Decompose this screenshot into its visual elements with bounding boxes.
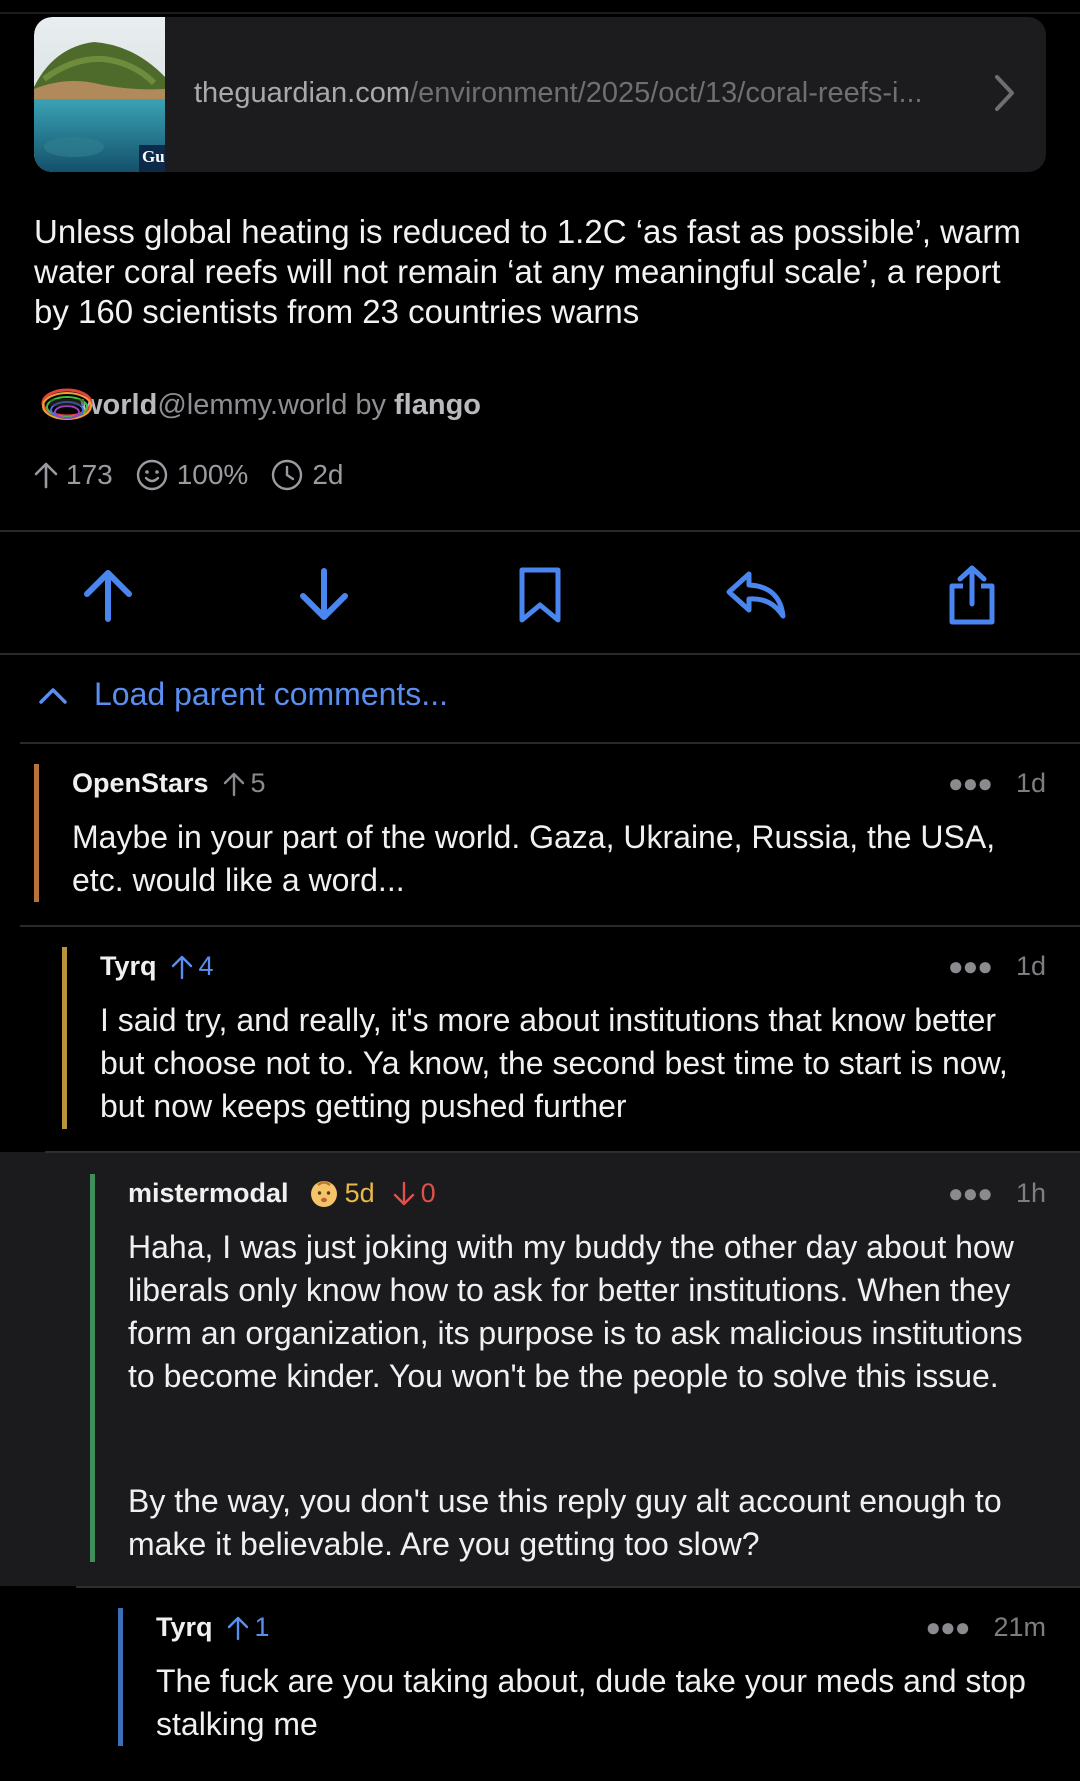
reply-icon bbox=[726, 571, 786, 619]
post-action-bar bbox=[0, 540, 1080, 650]
comment-body-paragraph-2: By the way, you don't use this reply guy… bbox=[128, 1483, 1002, 1562]
arrow-down-icon bbox=[393, 1181, 414, 1205]
reply-button[interactable] bbox=[721, 560, 791, 630]
thread-depth-bar bbox=[62, 947, 67, 1129]
community-icon bbox=[41, 388, 93, 420]
link-path: /environment/2025/oct/13/coral-reefs-i..… bbox=[410, 77, 923, 109]
upvote-button[interactable] bbox=[73, 560, 143, 630]
comment-body: I said try, and really, it's more about … bbox=[100, 1002, 1008, 1124]
comment-body: Maybe in your part of the world. Gaza, U… bbox=[72, 819, 996, 898]
link-preview-card[interactable]: Gu theguardian.com/environment/2025/oct/… bbox=[34, 17, 1046, 172]
comment-age: 21m bbox=[993, 1612, 1046, 1642]
age-stat: 2d bbox=[270, 458, 344, 492]
share-icon bbox=[949, 565, 995, 625]
arrow-up-icon bbox=[227, 1616, 248, 1640]
comment-score: 5 bbox=[223, 768, 266, 799]
divider bbox=[20, 925, 1080, 927]
post-author[interactable]: flango bbox=[394, 389, 481, 422]
chevron-right-icon bbox=[995, 75, 1014, 111]
thread-depth-bar bbox=[34, 764, 39, 902]
link-domain: theguardian.com bbox=[194, 77, 411, 109]
comment-age: 1d bbox=[1015, 768, 1046, 798]
arrow-up-icon bbox=[171, 955, 192, 979]
thread-depth-bar bbox=[90, 1174, 95, 1562]
more-options-icon[interactable]: ●●● bbox=[948, 951, 993, 982]
account-age: 5d bbox=[344, 1178, 375, 1208]
comment-age: 1h bbox=[1015, 1178, 1046, 1208]
comment-body-paragraph-1: Haha, I was just joking with my buddy th… bbox=[128, 1229, 1023, 1394]
more-options-icon[interactable]: ●●● bbox=[948, 1178, 993, 1209]
score-stat: 173 bbox=[34, 459, 113, 491]
comment-body: The fuck are you taking about, dude take… bbox=[156, 1663, 1026, 1742]
comment-age: 1d bbox=[1015, 951, 1046, 981]
comment-author[interactable]: Tyrq bbox=[100, 951, 157, 982]
divider bbox=[20, 742, 1080, 744]
divider bbox=[0, 530, 1080, 532]
community-instance: @lemmy.world bbox=[157, 389, 348, 421]
divider bbox=[45, 1151, 1080, 1153]
comment-mistermodal[interactable]: mistermodal 5d 0 ●●● 1h Haha, I was just… bbox=[90, 1174, 1046, 1562]
downvote-icon bbox=[300, 568, 348, 620]
by-label: by bbox=[355, 389, 387, 421]
comment-author[interactable]: mistermodal bbox=[128, 1178, 289, 1209]
bookmark-button[interactable] bbox=[505, 560, 575, 630]
link-thumbnail: Gu bbox=[34, 17, 165, 172]
load-parent-comments-button[interactable]: Load parent comments... bbox=[38, 676, 448, 713]
ratio-stat: 100% bbox=[135, 458, 249, 492]
top-divider bbox=[0, 12, 1080, 14]
arrow-up-icon bbox=[34, 462, 58, 489]
chevron-up-icon bbox=[39, 687, 67, 704]
comment-score: 0 bbox=[393, 1178, 436, 1209]
smiley-icon bbox=[136, 459, 167, 491]
community-row[interactable]: world @lemmy.world by flango bbox=[38, 388, 481, 422]
comment-tyrq-1[interactable]: Tyrq 4 ●●● 1d I said try, and really, it… bbox=[62, 947, 1046, 1129]
arrow-up-icon bbox=[223, 772, 244, 796]
bookmark-icon bbox=[519, 567, 561, 623]
post-age: 2d bbox=[312, 459, 344, 490]
more-options-icon[interactable]: ●●● bbox=[925, 1612, 970, 1643]
downvote-button[interactable] bbox=[289, 560, 359, 630]
comment-tyrq-2[interactable]: Tyrq 1 ●●● 21m The fuck are you taking a… bbox=[118, 1608, 1046, 1746]
comment-author[interactable]: Tyrq bbox=[156, 1612, 213, 1643]
clock-icon bbox=[272, 459, 303, 491]
divider bbox=[76, 1586, 1080, 1588]
baby-face-icon bbox=[310, 1180, 337, 1207]
post-title[interactable]: Unless global heating is reduced to 1.2C… bbox=[34, 212, 1044, 332]
load-parent-label: Load parent comments... bbox=[94, 676, 448, 712]
comment-score: 4 bbox=[171, 951, 214, 982]
thumb-logo-text: Gu bbox=[142, 147, 165, 166]
post-stats: 173 100% 2d bbox=[34, 458, 366, 492]
upvote-icon bbox=[84, 570, 132, 622]
post-score: 173 bbox=[66, 459, 113, 490]
thread-depth-bar bbox=[118, 1608, 123, 1746]
divider bbox=[0, 653, 1080, 655]
link-url[interactable]: theguardian.com/environment/2025/oct/13/… bbox=[194, 77, 923, 110]
more-options-icon[interactable]: ●●● bbox=[948, 768, 993, 799]
comment-openstars[interactable]: OpenStars 5 ●●● 1d Maybe in your part of… bbox=[34, 764, 1046, 902]
comment-author[interactable]: OpenStars bbox=[72, 768, 209, 799]
comment-score: 1 bbox=[227, 1612, 270, 1643]
post-upvote-ratio: 100% bbox=[176, 459, 249, 490]
share-button[interactable] bbox=[937, 560, 1007, 630]
new-account-badge: 5d bbox=[309, 1178, 375, 1209]
